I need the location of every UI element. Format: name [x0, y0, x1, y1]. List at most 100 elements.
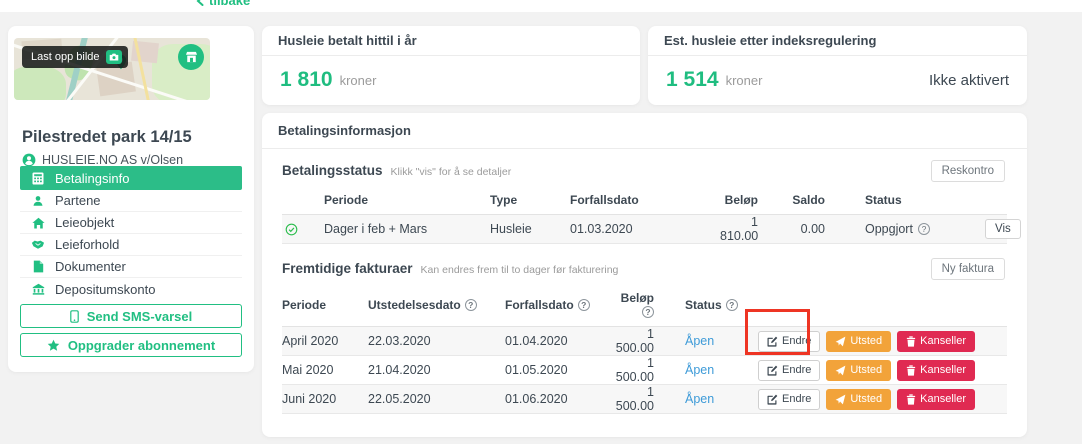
utsted-button[interactable]: Utsted	[826, 389, 891, 410]
index-regulation-card: Est. husleie etter indeksregulering 1 51…	[648, 26, 1027, 105]
cell-forfallsdato: 01.03.2020	[570, 222, 720, 236]
endre-button[interactable]: Endre	[758, 331, 820, 352]
cell-status: Oppgjort	[865, 222, 913, 236]
index-regulation-status: Ikke aktivert	[929, 72, 1009, 89]
paid-rent-amount: 1 810	[280, 68, 333, 92]
payment-status-subtitle: Klikk "vis" for å se detaljer	[391, 166, 512, 178]
user-icon	[22, 153, 36, 167]
cell-forfallsdato: 01.04.2020	[505, 334, 612, 348]
index-regulation-amount: 1 514	[666, 68, 719, 92]
handshake-icon	[31, 239, 45, 250]
back-chevron-icon	[196, 0, 204, 6]
send-icon	[835, 365, 846, 376]
help-icon[interactable]	[578, 299, 590, 311]
back-link[interactable]: tilbake	[196, 0, 250, 8]
send-icon	[835, 394, 846, 405]
map-park-shape	[14, 66, 66, 100]
payment-status-title: Betalingsstatus	[282, 163, 383, 178]
sidebar-item-betalingsinfo[interactable]: Betalingsinfo	[20, 166, 242, 190]
endre-button[interactable]: Endre	[758, 389, 820, 410]
sidebar-item-dokumenter[interactable]: Dokumenter	[20, 256, 242, 278]
sidebar-item-label: Depositumskonto	[55, 282, 155, 297]
invoice-row-mai: Mai 2020 21.04.2020 01.05.2020 1 500.00 …	[282, 356, 1007, 385]
building-icon-button[interactable]	[178, 44, 204, 70]
paid-rent-unit: kroner	[340, 73, 377, 88]
building-icon	[185, 51, 198, 63]
property-sidebar: Last opp bilde Pilestredet park 14/15 HU…	[8, 26, 254, 372]
index-regulation-title: Est. husleie etter indeksregulering	[648, 26, 1027, 56]
new-invoice-button[interactable]: Ny faktura	[931, 258, 1005, 280]
trash-icon	[906, 336, 916, 347]
edit-icon	[767, 394, 778, 405]
cell-periode: Juni 2020	[282, 392, 368, 406]
upgrade-subscription-label: Oppgrader abonnement	[68, 338, 215, 353]
sidebar-item-partene[interactable]: Partene	[20, 190, 242, 212]
paid-rent-card: Husleie betalt hittil i år 1 810 kroner	[262, 26, 640, 105]
kanseller-button[interactable]: Kanseller	[897, 331, 975, 352]
cell-periode: Dager i feb + Mars	[324, 222, 490, 236]
future-invoices-section-head: Fremtidige fakturaer Kan endres frem til…	[282, 261, 1007, 285]
cell-forfallsdato: 01.06.2020	[505, 392, 612, 406]
sidebar-item-depositumskonto[interactable]: Depositumskonto	[20, 278, 242, 300]
property-map[interactable]: Last opp bilde	[14, 38, 210, 100]
future-invoices-table: Periode Utstedelsesdato Forfallsdato Bel…	[282, 285, 1007, 414]
payment-status-table: Periode Type Forfallsdato Beløp Saldo St…	[282, 187, 1007, 244]
sidebar-item-leieforhold[interactable]: Leieforhold	[20, 234, 242, 256]
paid-rent-title: Husleie betalt hittil i år	[262, 26, 640, 56]
house-icon	[31, 217, 45, 229]
invoice-row-april: April 2020 22.03.2020 01.04.2020 1 500.0…	[282, 327, 1007, 356]
edit-icon	[767, 336, 778, 347]
help-icon[interactable]	[918, 223, 930, 235]
cell-utstedelsesdato: 21.04.2020	[368, 363, 505, 377]
smartphone-icon	[70, 310, 79, 323]
payment-info-title: Betalingsinformasjon	[262, 113, 1027, 149]
owner-label: HUSLEIE.NO AS v/Olsen	[42, 153, 183, 167]
future-invoices-table-header: Periode Utstedelsesdato Forfallsdato Bel…	[282, 285, 1007, 327]
trash-icon	[906, 394, 916, 405]
col-periode: Periode	[282, 298, 368, 312]
edit-icon	[767, 365, 778, 376]
cell-utstedelsesdato: 22.03.2020	[368, 334, 505, 348]
sidebar-item-leieobjekt[interactable]: Leieobjekt	[20, 212, 242, 234]
upload-photo-button[interactable]: Last opp bilde	[22, 46, 128, 68]
send-sms-label: Send SMS-varsel	[87, 309, 193, 324]
cell-belop: 1 500.00	[612, 385, 654, 413]
help-icon[interactable]	[642, 306, 654, 318]
vis-button[interactable]: Vis	[985, 219, 1021, 239]
col-belop: Beløp	[720, 193, 758, 207]
payment-status-table-header: Periode Type Forfallsdato Beløp Saldo St…	[282, 187, 1007, 215]
index-regulation-unit: kroner	[726, 73, 763, 88]
cell-type: Husleie	[490, 222, 570, 236]
kanseller-button[interactable]: Kanseller	[897, 360, 975, 381]
sidebar-item-label: Leieforhold	[55, 237, 119, 252]
endre-button[interactable]: Endre	[758, 360, 820, 381]
invoice-row-juni: Juni 2020 22.05.2020 01.06.2020 1 500.00…	[282, 385, 1007, 414]
kanseller-button[interactable]: Kanseller	[897, 389, 975, 410]
utsted-button[interactable]: Utsted	[826, 331, 891, 352]
cell-belop: 1 500.00	[612, 356, 654, 384]
utsted-button[interactable]: Utsted	[826, 360, 891, 381]
cell-periode: April 2020	[282, 334, 368, 348]
calculator-icon	[31, 172, 45, 185]
upload-photo-label: Last opp bilde	[31, 51, 100, 63]
cell-belop: 1 810.00	[720, 215, 758, 243]
send-icon	[835, 336, 846, 347]
camera-icon	[106, 50, 122, 64]
cell-status: Åpen	[685, 392, 758, 406]
cell-periode: Mai 2020	[282, 363, 368, 377]
col-utstedelsesdato: Utstedelsesdato	[368, 298, 505, 312]
upgrade-subscription-button[interactable]: Oppgrader abonnement	[20, 333, 242, 357]
reskontro-button[interactable]: Reskontro	[931, 160, 1005, 182]
top-bar: tilbake	[0, 0, 1082, 12]
col-type: Type	[490, 193, 570, 207]
col-belop: Beløp	[612, 291, 654, 319]
payment-status-row: Dager i feb + Mars Husleie 01.03.2020 1 …	[282, 215, 1007, 244]
future-invoices-subtitle: Kan endres frem til to dager før fakture…	[421, 264, 619, 276]
cell-belop: 1 500.00	[612, 327, 654, 355]
bank-icon	[31, 283, 45, 295]
help-icon[interactable]	[465, 299, 477, 311]
cell-utstedelsesdato: 22.05.2020	[368, 392, 505, 406]
cell-status: Åpen	[685, 334, 758, 348]
help-icon[interactable]	[726, 299, 738, 311]
send-sms-button[interactable]: Send SMS-varsel	[20, 304, 242, 328]
